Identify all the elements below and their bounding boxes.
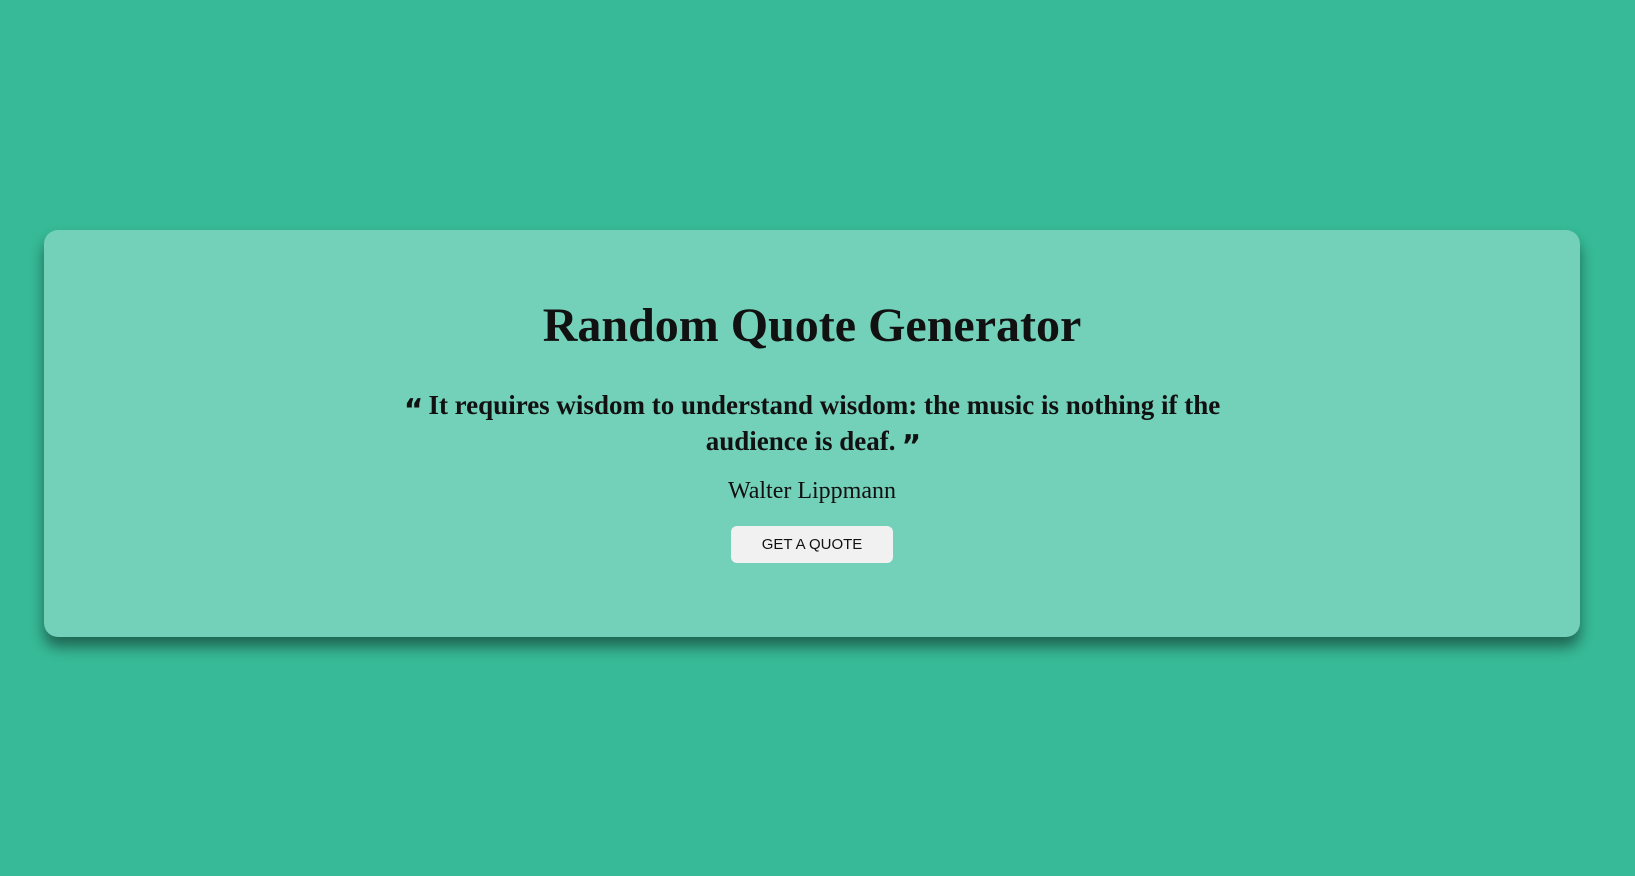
quote-author: Walter Lippmann <box>727 478 896 504</box>
quote-text: It requires wisdom to understand wisdom:… <box>428 390 1221 456</box>
quote-right-icon: ” <box>901 429 922 464</box>
quote-block: “It requires wisdom to understand wisdom… <box>374 387 1250 464</box>
get-quote-button[interactable]: GET A QUOTE <box>731 526 893 563</box>
quote-left-icon: “ <box>403 393 424 428</box>
quote-card: Random Quote Generator “It requires wisd… <box>44 230 1580 637</box>
page-title: Random Quote Generator <box>542 299 1082 352</box>
